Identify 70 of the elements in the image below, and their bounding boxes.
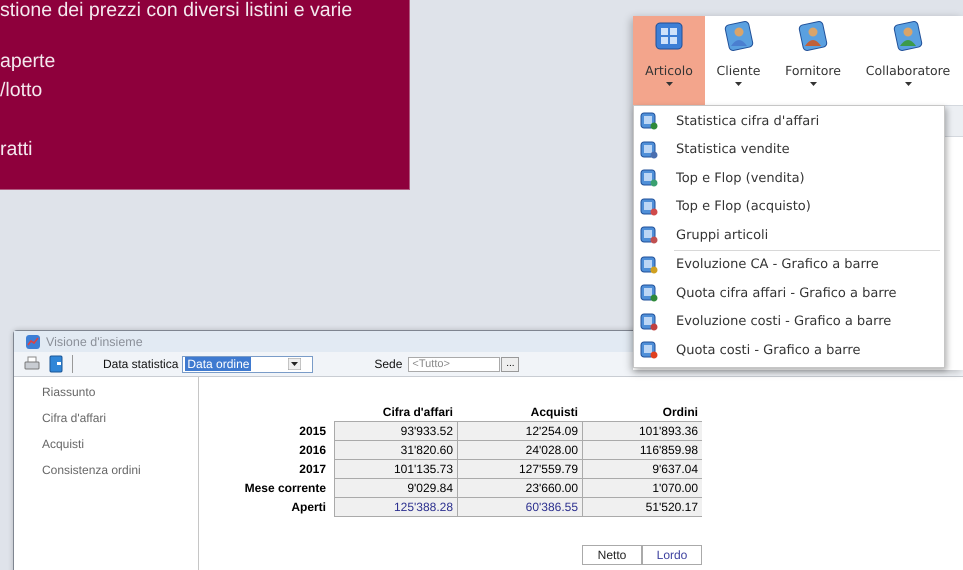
sidebar-item[interactable]: Acquisti <box>42 435 84 453</box>
caret-icon <box>810 82 816 86</box>
chart-tile-icon <box>640 198 658 216</box>
menu-item[interactable]: Evoluzione costi - Grafico a barre <box>634 308 944 336</box>
table-cell: 93'933.52 <box>334 422 457 441</box>
caret-icon <box>735 82 742 86</box>
menu-item[interactable]: Statistica vendite <box>634 136 944 164</box>
chart-tile-icon <box>640 226 658 244</box>
table-cell: 51'520.17 <box>582 498 702 517</box>
menu-item[interactable]: Statistica cifra d'affari <box>634 107 944 136</box>
grid-tile-icon <box>654 21 684 51</box>
table-cell: 101'135.73 <box>334 460 457 479</box>
menu-item[interactable]: Quota cifra affari - Grafico a barre <box>634 279 944 308</box>
browse-button[interactable]: ... <box>501 356 520 372</box>
table-cell: 1'070.00 <box>582 479 702 498</box>
ribbon-button[interactable]: Articolo <box>633 16 705 105</box>
menu-item[interactable]: Top e Flop (vendita) <box>634 164 944 192</box>
chart-window-icon <box>25 334 41 350</box>
chart-tile-icon <box>640 169 658 188</box>
row-header: 2015 <box>298 423 327 440</box>
table-cell: 9'029.84 <box>334 479 457 498</box>
sidebar-item[interactable]: Consistenza ordini <box>42 461 141 479</box>
dropdown-arrow-icon <box>288 358 302 370</box>
site-field[interactable]: <Tutto> <box>408 356 500 372</box>
ribbon-button[interactable]: Cliente <box>705 16 772 105</box>
book-icon <box>49 355 63 373</box>
row-header: Mese corrente <box>244 480 327 497</box>
table-cell: 116'859.98 <box>582 441 702 460</box>
promo-text: ratti <box>0 139 33 159</box>
chart-tile-icon <box>640 112 658 130</box>
ribbon-button[interactable]: Collaboratore <box>854 16 962 105</box>
row-header: 2016 <box>298 442 327 459</box>
window-title: Visione d'insieme <box>46 334 143 348</box>
row-header: Aperti <box>290 499 327 516</box>
date-dropdown[interactable]: Data ordine <box>182 356 314 372</box>
chart-tile-icon <box>640 256 658 274</box>
sidebar-item[interactable]: Cifra d'affari <box>42 409 106 427</box>
chart-tile-icon <box>640 140 658 159</box>
person-card-icon <box>724 21 754 51</box>
field-label: Sede <box>374 357 402 371</box>
chart-tile-icon <box>640 284 658 302</box>
person-card-icon <box>798 21 828 51</box>
table-cell: 9'637.04 <box>582 460 702 479</box>
toggle-button[interactable]: Netto <box>582 545 642 565</box>
table-cell[interactable]: 125'388.28 <box>334 498 457 517</box>
table-cell: 101'893.36 <box>582 422 702 441</box>
caret-icon <box>904 82 912 86</box>
ribbon-button[interactable]: Fornitore <box>772 16 854 105</box>
table-cell: 23'660.00 <box>457 479 582 498</box>
table-cell: 127'559.79 <box>457 460 582 479</box>
table-cell: 24'028.00 <box>457 441 582 460</box>
menu-item[interactable]: Gruppi articoli <box>634 221 944 250</box>
table-cell[interactable]: 60'386.55 <box>457 498 582 517</box>
chart-tile-icon <box>640 312 658 331</box>
chart-tile-icon <box>640 341 658 360</box>
toggle-button[interactable]: Lordo <box>642 545 702 565</box>
table-cell: 12'254.09 <box>457 422 582 441</box>
caret-icon <box>666 82 672 86</box>
promo-text: aperte <box>0 51 56 71</box>
row-header: 2017 <box>298 461 327 478</box>
person-card-icon <box>893 21 923 51</box>
promo-text: /lotto <box>0 80 42 100</box>
promo-text: stione dei prezzi con diversi listini e varie <box>0 0 352 20</box>
menu-item[interactable]: Top e Flop (acquisto) <box>634 192 944 221</box>
sidebar-item[interactable]: Riassunto <box>42 383 96 401</box>
menu-item[interactable]: Quota costi - Grafico a barre <box>634 336 944 364</box>
printer-icon <box>24 356 40 372</box>
field-label: Data statistica <box>103 357 178 371</box>
menu-item[interactable]: Evoluzione CA - Grafico a barre <box>634 250 944 279</box>
table-cell: 31'820.60 <box>334 441 457 460</box>
